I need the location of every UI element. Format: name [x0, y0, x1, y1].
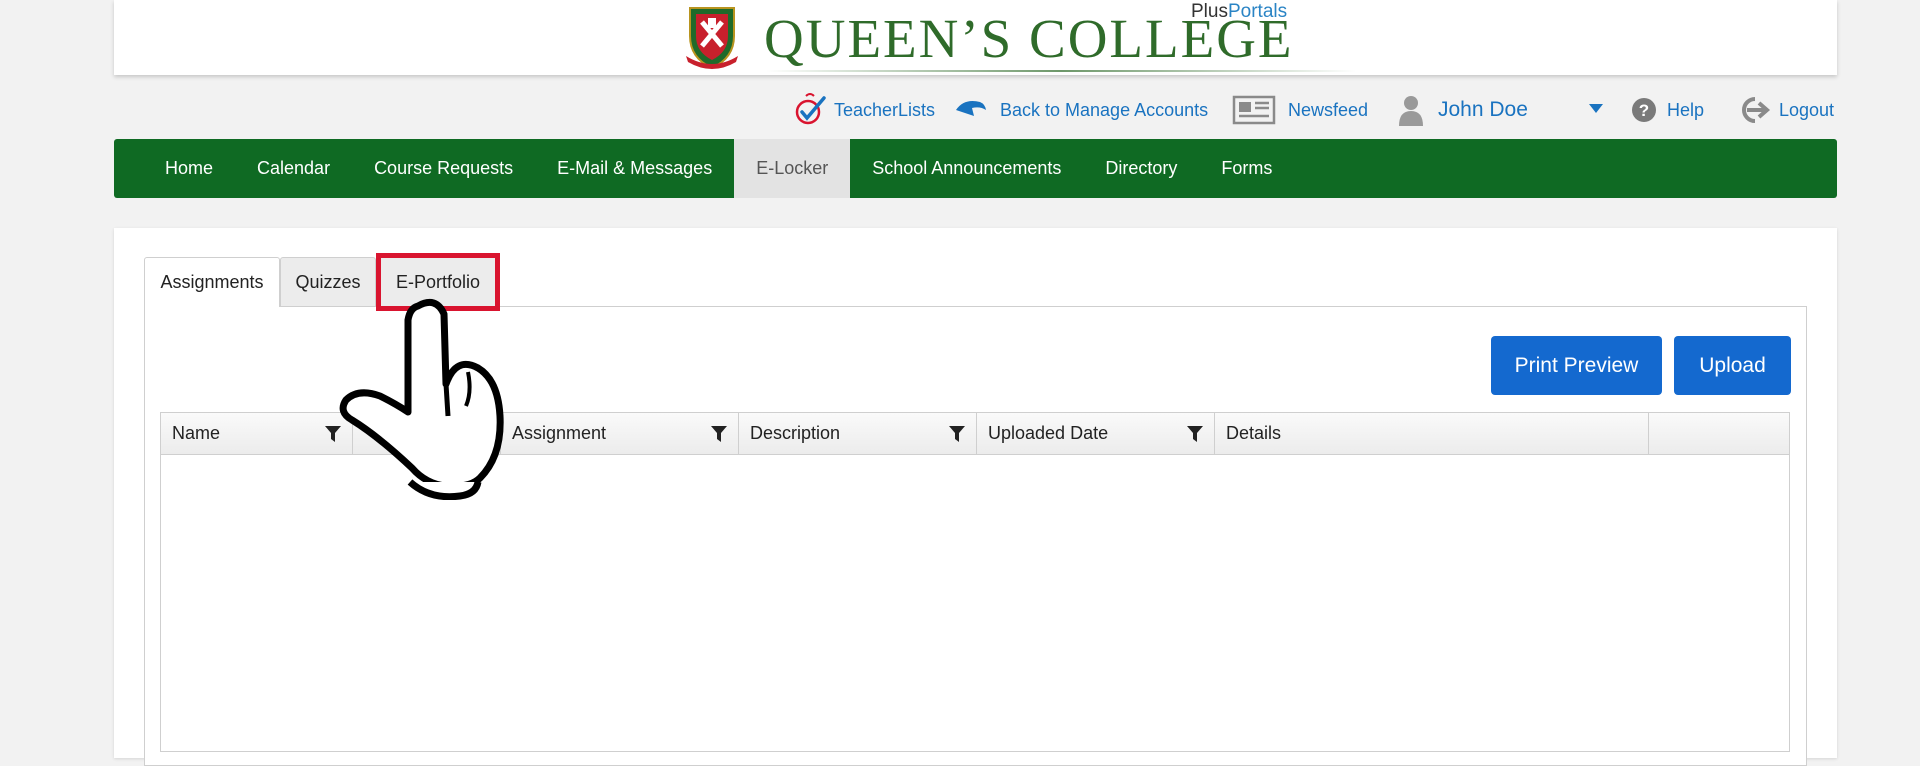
svg-text:?: ?	[1639, 101, 1649, 120]
nav-e-locker[interactable]: E-Locker	[734, 139, 851, 198]
assignments-grid: Name Assignment Description Uploaded Dat…	[160, 412, 1790, 752]
nav-directory[interactable]: Directory	[1083, 139, 1199, 198]
print-preview-button[interactable]: Print Preview	[1491, 336, 1662, 395]
column-header-name[interactable]: Name	[161, 413, 353, 454]
main-nav: Home Calendar Course Requests E-Mail & M…	[114, 139, 1837, 198]
user-menu[interactable]: John Doe	[1398, 92, 1528, 128]
nav-forms[interactable]: Forms	[1199, 139, 1294, 198]
chevron-down-icon[interactable]	[1588, 102, 1604, 114]
header-banner: QUEEN’S COLLEGE PlusPortals	[114, 0, 1837, 75]
nav-email-messages[interactable]: E-Mail & Messages	[535, 139, 734, 198]
column-label-name: Name	[172, 423, 221, 443]
column-header-blank	[353, 413, 501, 454]
logout-link[interactable]: Logout	[1735, 92, 1834, 128]
school-crest-icon	[686, 7, 738, 70]
column-label-description: Description	[750, 423, 841, 443]
logout-icon	[1742, 97, 1771, 123]
newsfeed-link[interactable]: Newsfeed	[1232, 92, 1368, 128]
help-icon: ?	[1632, 98, 1656, 122]
column-label-uploaded-date: Uploaded Date	[988, 423, 1109, 443]
user-name: John Doe	[1438, 98, 1528, 121]
filter-icon[interactable]	[710, 425, 728, 443]
tab-assignments[interactable]: Assignments	[144, 257, 280, 307]
nav-school-announcements[interactable]: School Announcements	[850, 139, 1083, 198]
column-header-description[interactable]: Description	[739, 413, 977, 454]
column-header-assignment[interactable]: Assignment	[501, 413, 739, 454]
column-header-details[interactable]: Details	[1215, 413, 1649, 454]
filter-icon[interactable]	[324, 425, 342, 443]
column-header-uploaded-date[interactable]: Uploaded Date	[977, 413, 1215, 454]
plusportals-logo: PlusPortals	[1191, 1, 1287, 23]
upload-button[interactable]: Upload	[1674, 336, 1791, 395]
filter-icon[interactable]	[948, 425, 966, 443]
tab-quizzes[interactable]: Quizzes	[280, 257, 376, 306]
newspaper-icon	[1232, 95, 1276, 125]
tab-e-portfolio[interactable]: E-Portfolio	[378, 257, 498, 306]
teacherlists-link[interactable]: TeacherLists	[794, 92, 935, 128]
back-to-manage-accounts-link[interactable]: Back to Manage Accounts	[952, 92, 1208, 128]
column-label-assignment: Assignment	[512, 423, 607, 443]
teacherlists-label: TeacherLists	[834, 99, 936, 120]
nav-home[interactable]: Home	[143, 139, 235, 198]
help-link[interactable]: ? Help	[1631, 92, 1704, 128]
nav-calendar[interactable]: Calendar	[235, 139, 352, 198]
grid-header: Name Assignment Description Uploaded Dat…	[161, 413, 1789, 455]
logout-label: Logout	[1779, 99, 1835, 120]
brand-portals: Portals	[1227, 1, 1288, 22]
back-to-manage-accounts-label: Back to Manage Accounts	[1000, 99, 1209, 120]
column-label-details: Details	[1226, 423, 1282, 443]
column-header-actions	[1649, 413, 1789, 454]
help-label: Help	[1667, 99, 1705, 120]
teacherlists-icon	[795, 93, 826, 125]
brand-plus: Plus	[1191, 1, 1228, 22]
nav-course-requests[interactable]: Course Requests	[352, 139, 535, 198]
back-arrow-icon	[956, 101, 986, 116]
filter-icon[interactable]	[1186, 425, 1204, 443]
user-avatar-icon	[1399, 96, 1423, 126]
newsfeed-label: Newsfeed	[1288, 99, 1369, 120]
school-name-underline	[766, 70, 1356, 72]
